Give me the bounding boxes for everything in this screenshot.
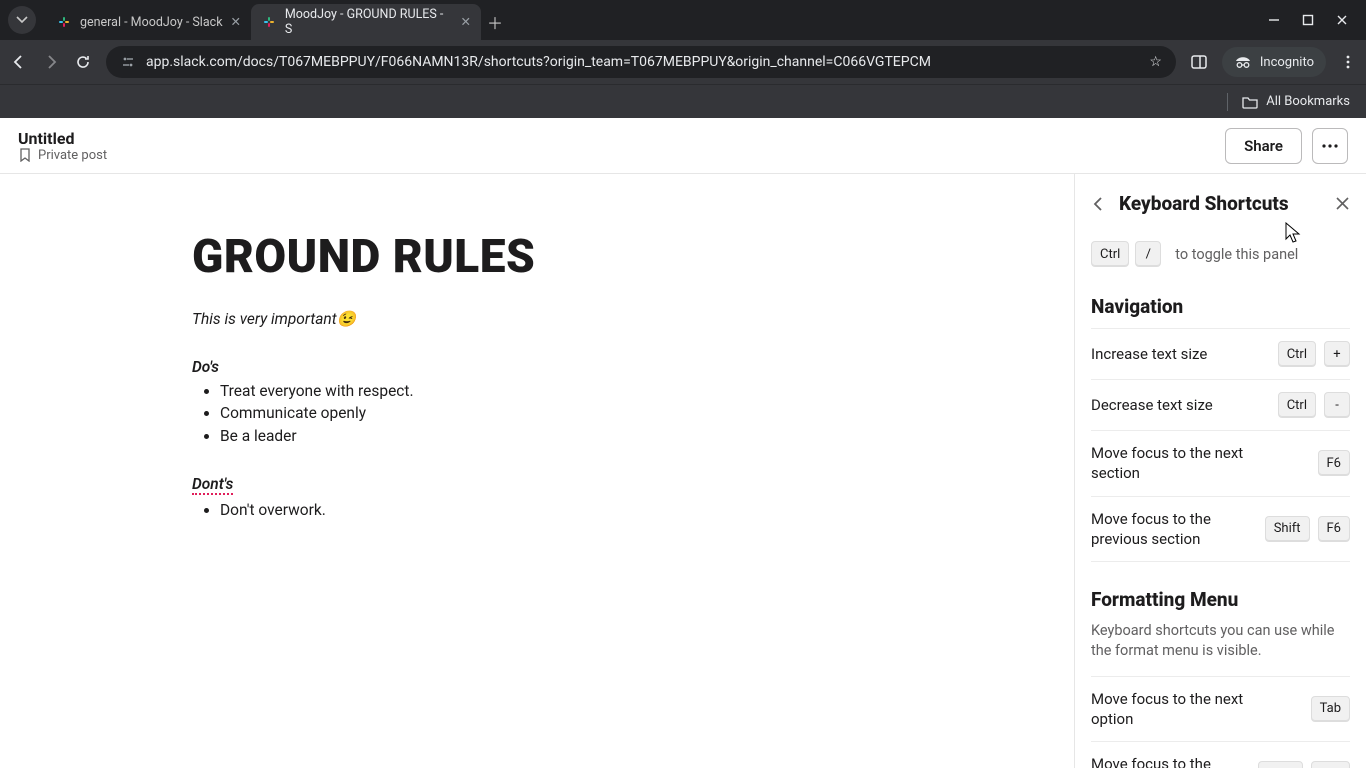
separator bbox=[1227, 93, 1228, 111]
shortcuts-panel: Keyboard Shortcuts Ctrl / to toggle this… bbox=[1074, 174, 1366, 768]
shortcut-row: Decrease text size Ctrl- bbox=[1091, 379, 1350, 430]
panel-back-button[interactable] bbox=[1091, 196, 1107, 212]
browser-menu-button[interactable] bbox=[1340, 54, 1356, 70]
doc-visibility: Private post bbox=[38, 148, 107, 163]
ellipsis-icon bbox=[1321, 143, 1339, 149]
kbd-key: Ctrl bbox=[1278, 341, 1316, 367]
share-button[interactable]: Share bbox=[1225, 128, 1302, 164]
chevron-down-icon bbox=[16, 14, 28, 26]
slack-favicon-icon bbox=[261, 14, 277, 30]
kbd-key: F6 bbox=[1318, 516, 1351, 542]
section-heading-donts: Dont's bbox=[192, 475, 1074, 495]
shortcut-row: Move focus to the previous section Shift… bbox=[1091, 496, 1350, 563]
bookmarks-bar: All Bookmarks bbox=[0, 84, 1366, 118]
incognito-icon bbox=[1234, 55, 1252, 69]
doc-subtitle: This is very important😉 bbox=[192, 310, 1074, 328]
tab-search-button[interactable] bbox=[8, 6, 36, 34]
close-window-icon[interactable] bbox=[1336, 14, 1348, 26]
incognito-indicator[interactable]: Incognito bbox=[1222, 47, 1326, 77]
donts-list: Don't overwork. bbox=[192, 499, 1074, 521]
bookmark-outline-icon[interactable] bbox=[18, 148, 32, 162]
shortcut-row: Move focus to the next option Tab bbox=[1091, 676, 1350, 742]
list-item: Treat everyone with respect. bbox=[220, 380, 1074, 402]
page: Untitled Private post Share GROUND RULES… bbox=[0, 118, 1366, 768]
window-controls bbox=[1250, 0, 1366, 40]
kbd-key: Tab bbox=[1311, 761, 1350, 768]
list-item: Don't overwork. bbox=[220, 499, 1074, 521]
panel-toggle-icon[interactable] bbox=[1190, 53, 1208, 71]
list-item: Communicate openly bbox=[220, 402, 1074, 424]
site-settings-icon[interactable] bbox=[120, 54, 136, 70]
close-tab-icon[interactable]: ✕ bbox=[461, 14, 471, 30]
kbd-key: Shift bbox=[1265, 516, 1310, 542]
browser-tab[interactable]: general - MoodJoy - Slack ✕ bbox=[46, 4, 251, 40]
kbd-key: / bbox=[1135, 241, 1161, 267]
browser-tab-strip: general - MoodJoy - Slack ✕ MoodJoy - GR… bbox=[0, 0, 1366, 40]
kbd-key: Ctrl bbox=[1278, 392, 1316, 418]
all-bookmarks-button[interactable]: All Bookmarks bbox=[1266, 94, 1350, 109]
toggle-hint-text: to toggle this panel bbox=[1175, 246, 1298, 263]
browser-toolbar: app.slack.com/docs/T067MEBPPUY/F066NAMN1… bbox=[0, 40, 1366, 84]
shortcut-label: Move focus to the next option bbox=[1091, 689, 1251, 730]
new-tab-button[interactable]: ＋ bbox=[481, 4, 509, 40]
shortcut-row: Move focus to the next section F6 bbox=[1091, 430, 1350, 496]
maximize-icon[interactable] bbox=[1302, 14, 1314, 26]
shortcut-label: Move focus to the next section bbox=[1091, 443, 1251, 484]
dos-list: Treat everyone with respect. Communicate… bbox=[192, 380, 1074, 447]
doc-title: Untitled bbox=[18, 129, 107, 148]
address-bar[interactable]: app.slack.com/docs/T067MEBPPUY/F066NAMN1… bbox=[106, 46, 1176, 78]
more-actions-button[interactable] bbox=[1312, 128, 1348, 164]
shortcut-label: Move focus to the previous option bbox=[1091, 754, 1251, 768]
browser-tab[interactable]: MoodJoy - GROUND RULES - S ✕ bbox=[251, 4, 481, 40]
tab-title: MoodJoy - GROUND RULES - S bbox=[285, 7, 453, 37]
shortcut-label: Move focus to the previous section bbox=[1091, 509, 1251, 550]
toggle-hint: Ctrl / to toggle this panel bbox=[1091, 241, 1350, 267]
kbd-key: Tab bbox=[1311, 696, 1350, 722]
list-item: Be a leader bbox=[220, 425, 1074, 447]
tab-title: general - MoodJoy - Slack bbox=[80, 15, 223, 30]
panel-close-button[interactable] bbox=[1335, 196, 1350, 211]
kbd-key: F6 bbox=[1318, 450, 1351, 476]
url-text: app.slack.com/docs/T067MEBPPUY/F066NAMN1… bbox=[146, 54, 1139, 70]
shortcut-label: Increase text size bbox=[1091, 344, 1207, 364]
panel-title: Keyboard Shortcuts bbox=[1119, 192, 1289, 215]
slack-favicon-icon bbox=[56, 14, 72, 30]
shortcut-row: Move focus to the previous option Shift T… bbox=[1091, 741, 1350, 768]
kbd-key: Shift bbox=[1258, 761, 1303, 768]
section-heading: Formatting Menu bbox=[1091, 588, 1350, 611]
shortcut-label: Decrease text size bbox=[1091, 395, 1213, 415]
section-heading: Navigation bbox=[1091, 295, 1350, 318]
forward-button[interactable] bbox=[42, 53, 60, 71]
reload-button[interactable] bbox=[74, 53, 92, 71]
incognito-label: Incognito bbox=[1260, 55, 1314, 70]
section-heading-dos: Do's bbox=[192, 358, 1074, 376]
back-button[interactable] bbox=[10, 53, 28, 71]
minimize-icon[interactable] bbox=[1268, 14, 1280, 26]
folder-icon bbox=[1242, 95, 1258, 109]
section-subtext: Keyboard shortcuts you can use while the… bbox=[1091, 621, 1350, 662]
doc-heading: GROUND RULES bbox=[192, 230, 1074, 284]
shortcut-row: Increase text size Ctrl + bbox=[1091, 328, 1350, 379]
kbd-key: Ctrl bbox=[1091, 241, 1129, 267]
doc-header: Untitled Private post Share bbox=[0, 118, 1366, 174]
kbd-key: - bbox=[1324, 392, 1350, 418]
kbd-key: + bbox=[1324, 341, 1350, 367]
close-tab-icon[interactable]: ✕ bbox=[231, 14, 241, 30]
bookmark-star-icon[interactable]: ☆ bbox=[1149, 54, 1162, 70]
document-canvas[interactable]: GROUND RULES This is very important😉 Do'… bbox=[0, 174, 1074, 768]
tabs: general - MoodJoy - Slack ✕ MoodJoy - GR… bbox=[40, 0, 1250, 40]
